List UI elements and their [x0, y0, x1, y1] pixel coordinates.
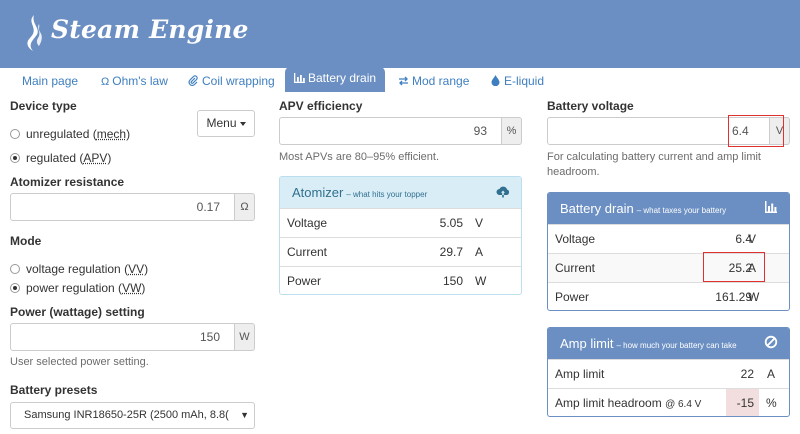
- atomizer-panel: Atomizer – what hits your topper Voltage …: [279, 176, 522, 295]
- panel-title: Battery drain – what taxes your battery: [560, 201, 727, 216]
- tab-label: Ohm's law: [112, 74, 168, 88]
- battery-voltage-label: Battery voltage: [547, 99, 634, 113]
- tab-e-liquid[interactable]: E-liquid: [491, 68, 544, 94]
- apv-efficiency-label: APV efficiency: [279, 99, 363, 113]
- mode-label: Mode: [10, 234, 42, 248]
- row-value: 161.29: [715, 290, 752, 304]
- row-unit: A: [475, 245, 484, 259]
- tab-label: Main page: [22, 74, 79, 88]
- row-label: Voltage: [555, 232, 596, 246]
- tab-label: E-liquid: [504, 74, 545, 88]
- radio-label: unregulated (mech): [26, 127, 131, 141]
- row-unit: W: [475, 274, 487, 288]
- apv-help-text: Most APVs are 80–95% efficient.: [279, 151, 439, 163]
- power-setting-group: 150 W: [10, 323, 255, 351]
- tab-battery-drain[interactable]: Battery drain: [285, 67, 386, 92]
- battery-voltage-help-text: For calculating battery current and amp …: [547, 151, 761, 178]
- radio-label: power regulation (VW): [26, 281, 146, 295]
- tab-ohms-law[interactable]: Ω Ohm's law: [101, 68, 168, 94]
- amp-limit-row: Amp limit 22 A: [548, 359, 789, 388]
- radio-button-checked[interactable]: [10, 283, 20, 293]
- omega-icon: Ω: [101, 76, 110, 88]
- percent-unit: %: [502, 117, 522, 145]
- battery-presets-select[interactable]: Samsung INR18650-25R (2500 mAh, 8.8( ▼: [10, 402, 255, 429]
- atomizer-current-row: Current 29.7 A: [280, 237, 521, 266]
- watt-unit: W: [235, 323, 255, 351]
- battery-drain-panel-header: Battery drain – what taxes your battery: [548, 193, 789, 224]
- swap-icon: [399, 76, 408, 86]
- drain-power-row: Power 161.29 W: [548, 282, 789, 310]
- paperclip-icon: [188, 75, 198, 87]
- radio-power-regulation[interactable]: power regulation (VW): [10, 281, 145, 295]
- tab-mod-range[interactable]: Mod range: [398, 68, 469, 94]
- drain-voltage-row: Voltage 6.4 V: [548, 224, 789, 253]
- radio-regulated[interactable]: regulated (APV): [10, 151, 111, 165]
- app-title[interactable]: Steam Engine: [51, 15, 249, 44]
- row-unit: %: [766, 396, 777, 410]
- row-value: -15: [736, 396, 754, 410]
- dropdown-arrow-icon: ▼: [237, 403, 249, 428]
- battery-presets-label: Battery presets: [10, 383, 98, 397]
- ohm-unit: Ω: [235, 193, 255, 221]
- atomizer-panel-header: Atomizer – what hits your topper: [280, 177, 521, 208]
- bar-chart-icon: [765, 201, 777, 213]
- radio-unregulated[interactable]: unregulated (mech): [10, 127, 130, 141]
- tab-coil-wrapping[interactable]: Coil wrapping: [188, 68, 275, 94]
- atomizer-resistance-label: Atomizer resistance: [10, 175, 125, 189]
- steam-logo-icon: [27, 15, 42, 51]
- power-setting-label: Power (wattage) setting: [10, 305, 145, 319]
- app-header: Steam Engine: [0, 0, 800, 68]
- nav-tabs: Main page Ω Ohm's law Coil wrapping Batte…: [0, 67, 800, 94]
- radio-button-checked[interactable]: [10, 153, 20, 163]
- apv-efficiency-group: 93 %: [279, 117, 522, 145]
- menu-button[interactable]: Menu: [197, 110, 255, 137]
- row-label: Amp limit headroom @ 6.4 V: [555, 396, 702, 410]
- row-value: 22: [740, 367, 754, 381]
- highlight-box: [703, 252, 765, 282]
- atomizer-resistance-input[interactable]: 0.17: [10, 193, 235, 221]
- power-setting-input[interactable]: 150: [10, 323, 235, 351]
- row-label: Current: [287, 245, 328, 259]
- select-value: Samsung INR18650-25R (2500 mAh, 8.8(: [24, 409, 229, 421]
- atomizer-power-row: Power 150 W: [280, 266, 521, 294]
- row-unit: V: [748, 232, 757, 246]
- caret-down-icon: [239, 121, 246, 126]
- device-type-label: Device type: [10, 99, 77, 113]
- row-label: Amp limit: [555, 367, 605, 381]
- row-value: 150: [442, 274, 463, 288]
- row-label: Voltage: [287, 216, 328, 230]
- radio-label: regulated (APV): [26, 151, 112, 165]
- row-unit: W: [748, 290, 760, 304]
- highlight-box: [728, 115, 784, 147]
- ban-icon: [764, 335, 778, 349]
- row-value: 29.7: [439, 245, 463, 259]
- menu-button-label: Menu: [206, 116, 237, 130]
- tab-label: Mod range: [412, 74, 470, 88]
- panel-title: Amp limit – how much your battery can tak…: [560, 336, 737, 351]
- tab-label: Battery drain: [308, 71, 377, 85]
- droplet-icon: [491, 75, 500, 87]
- radio-button[interactable]: [10, 264, 20, 274]
- tab-main-page[interactable]: Main page: [22, 68, 78, 94]
- radio-label: voltage regulation (VV): [26, 262, 149, 276]
- row-value: 5.05: [439, 216, 463, 230]
- tab-label: Coil wrapping: [202, 74, 275, 88]
- radio-voltage-regulation[interactable]: voltage regulation (VV): [10, 262, 148, 276]
- power-help-text: User selected power setting.: [10, 356, 149, 368]
- atomizer-resistance-group: 0.17 Ω: [10, 193, 255, 221]
- panel-title: Atomizer – what hits your topper: [292, 185, 428, 200]
- amp-limit-panel: Amp limit – how much your battery can tak…: [547, 327, 790, 417]
- atomizer-voltage-row: Voltage 5.05 V: [280, 208, 521, 237]
- row-unit: A: [767, 367, 776, 381]
- row-unit: V: [475, 216, 484, 230]
- cloud-upload-icon: [496, 186, 510, 198]
- row-label: Power: [555, 290, 590, 304]
- row-label: Current: [555, 261, 596, 275]
- radio-button[interactable]: [10, 129, 20, 139]
- bar-chart-icon: [294, 73, 305, 83]
- apv-efficiency-input[interactable]: 93: [279, 117, 502, 145]
- amp-limit-panel-header: Amp limit – how much your battery can tak…: [548, 328, 789, 359]
- row-label: Power: [287, 274, 322, 288]
- amp-headroom-row: Amp limit headroom @ 6.4 V -15 %: [548, 388, 789, 416]
